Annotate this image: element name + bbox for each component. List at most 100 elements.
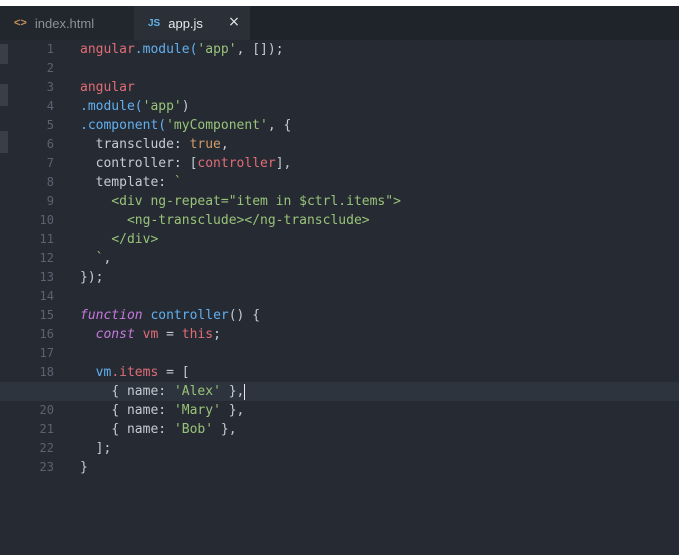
line-number: 6	[46, 137, 54, 151]
code-token: },	[220, 403, 245, 418]
code-token: vm	[95, 365, 112, 380]
line-number: 3	[46, 80, 54, 94]
code-token: vm	[142, 327, 159, 342]
code-line: angular.module('app', []);	[80, 40, 679, 59]
line-number: 22	[39, 441, 54, 455]
close-icon[interactable]: ×	[226, 14, 242, 30]
code-line: .component('myComponent', {	[80, 116, 679, 135]
code-token: () {	[228, 308, 261, 323]
line-number: 21	[39, 422, 54, 436]
code-token: angular	[80, 42, 135, 57]
scroll-marker	[0, 84, 8, 106]
code-token: transclude:	[95, 137, 190, 152]
tab-label: app.js	[168, 15, 203, 31]
code-token: 'Bob'	[173, 422, 214, 437]
code-token: <ng-transclude></ng-transclude>	[126, 213, 370, 228]
code-line-current: { name: 'Alex' },	[0, 382, 679, 401]
editor-window: <> index.html JS app.js × 1 2 3 4 5 6 7 …	[0, 0, 679, 555]
code-line: function controller() {	[80, 306, 679, 325]
code-line: .module('app')	[80, 97, 679, 116]
code-token: },	[213, 422, 237, 437]
code-token: controller	[150, 308, 229, 323]
line-number: 8	[46, 175, 54, 189]
code-token: angular	[80, 80, 135, 95]
code-line: controller: [controller],	[80, 154, 679, 173]
tab-bar: <> index.html JS app.js ×	[0, 6, 679, 40]
scroll-marker	[0, 44, 8, 64]
code-token: <div ng-repeat="item in $ctrl.items">	[111, 194, 401, 209]
line-number: 14	[39, 289, 54, 303]
line-number: 12	[39, 251, 54, 265]
code-line: </div>	[80, 230, 679, 249]
code-token: )	[181, 99, 190, 114]
line-number: 17	[39, 346, 54, 360]
code-token: function	[80, 308, 143, 323]
code-token: , []);	[236, 42, 284, 57]
code-line: transclude: true,	[80, 135, 679, 154]
code-line: { name: 'Bob' },	[80, 420, 679, 439]
code-token: });	[80, 270, 104, 285]
code-line: angular	[80, 78, 679, 97]
code-token: { name:	[111, 403, 174, 418]
code-token: ];	[95, 441, 112, 456]
code-line: <ng-transclude></ng-transclude>	[80, 211, 679, 230]
code-line: }	[80, 458, 679, 477]
code-token: 'app'	[142, 99, 182, 114]
code-token: 'Alex'	[173, 384, 221, 399]
line-number: 18	[39, 365, 54, 379]
code-token: { name:	[111, 384, 174, 399]
line-number: 11	[39, 232, 54, 246]
code-token: { name:	[111, 422, 174, 437]
text-cursor	[244, 383, 246, 400]
js-file-icon: JS	[148, 17, 161, 29]
code-token: = [	[158, 365, 190, 380]
line-number: 10	[39, 213, 54, 227]
code-token: .component(	[80, 118, 167, 133]
code-token: },	[220, 384, 245, 399]
code-token: .module(	[80, 99, 143, 114]
code-token: ;	[213, 327, 221, 342]
code-token: , {	[267, 118, 292, 133]
line-number: 2	[46, 61, 54, 75]
code-token: </div>	[111, 232, 159, 247]
code-token: controller	[197, 156, 276, 171]
code-token: ,	[220, 137, 229, 152]
line-number: 13	[39, 270, 54, 284]
line-number-gutter: 1 2 3 4 5 6 7 8 9 10 11 12 13 14 15 16 1…	[10, 40, 58, 477]
line-number: 1	[46, 42, 54, 56]
tab-app-js[interactable]: JS app.js ×	[134, 6, 250, 40]
line-number: 23	[39, 460, 54, 474]
code-line: <div ng-repeat="item in $ctrl.items">	[80, 192, 679, 211]
code-token: =	[158, 327, 182, 342]
code-line: ];	[80, 439, 679, 458]
code-token: ,	[103, 251, 112, 266]
code-line: const vm = this;	[80, 325, 679, 344]
line-number: 9	[46, 194, 54, 208]
code-area[interactable]: angular.module('app', []); angular .modu…	[0, 40, 679, 477]
code-line: { name: 'Mary' },	[80, 401, 679, 420]
tab-index-html[interactable]: <> index.html	[0, 6, 134, 40]
code-token: ],	[275, 156, 292, 171]
line-number: 16	[39, 327, 54, 341]
line-number: 4	[46, 99, 54, 113]
code-token: template:	[95, 175, 174, 190]
code-token: }	[80, 460, 88, 475]
code-token: 'Mary'	[173, 403, 221, 418]
code-token: 'app'	[197, 42, 237, 57]
scroll-marker	[0, 131, 8, 153]
code-token: controller: [	[95, 156, 198, 171]
code-token: this	[181, 327, 214, 342]
code-token: true	[189, 137, 221, 152]
code-token: .module(	[134, 42, 198, 57]
line-number: 20	[39, 403, 54, 417]
tab-label: index.html	[34, 15, 95, 31]
code-token: 'myComponent'	[166, 118, 268, 133]
line-number: 7	[46, 156, 54, 170]
code-token: .items	[111, 365, 159, 380]
code-line: vm.items = [	[80, 363, 679, 382]
code-token: const	[95, 327, 135, 342]
line-number: 15	[39, 308, 54, 322]
